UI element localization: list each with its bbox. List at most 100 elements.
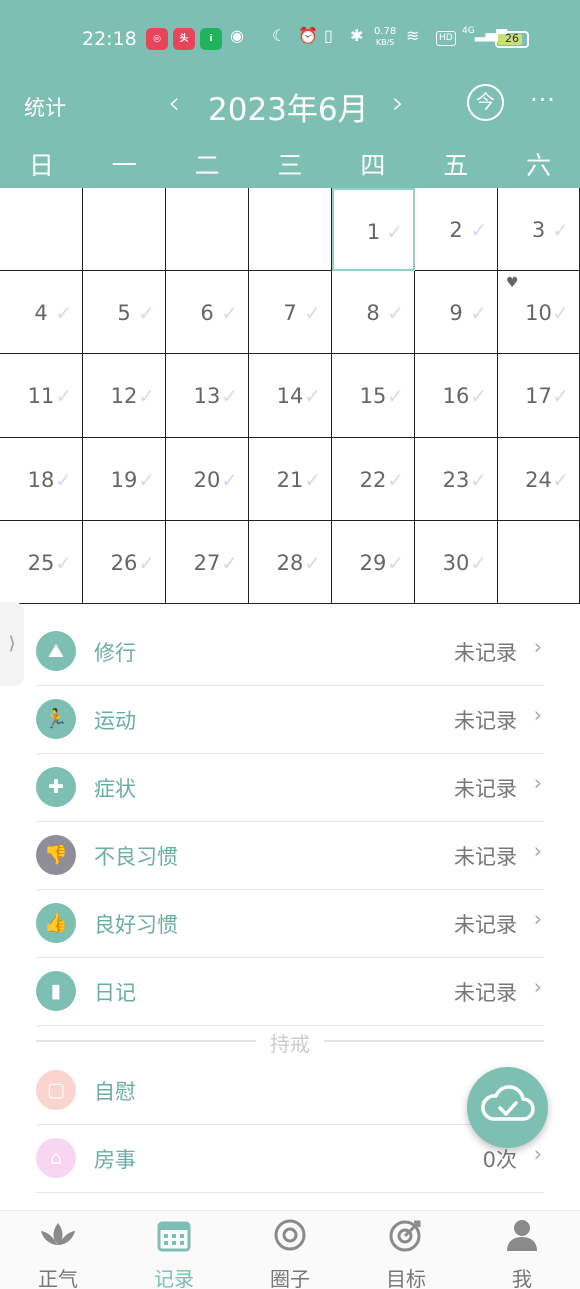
calendar-day-2[interactable]: 2 ✓ (415, 188, 498, 272)
calendar-day-1[interactable]: 1 ✓ (332, 188, 415, 272)
check-icon: ✓ (387, 301, 404, 326)
calendar-day-12[interactable]: 12 ✓ (83, 354, 166, 438)
chevron-right-icon: › (533, 771, 542, 795)
nav-item-4[interactable]: 我 (464, 1211, 580, 1289)
calendar-day-9[interactable]: 9 ✓ (415, 271, 498, 355)
record-row-4[interactable]: 👍 良好习惯 未记录 › (36, 890, 544, 958)
record-row-1[interactable]: 🏃 运动 未记录 › (36, 686, 544, 754)
check-icon: ✓ (221, 550, 238, 575)
nav-label: 记录 (154, 1267, 194, 1289)
check-icon: ✓ (470, 218, 487, 242)
prev-month-button[interactable]: ‹ (168, 86, 180, 121)
nav-item-0[interactable]: 正气 (0, 1211, 116, 1289)
check-icon: ✓ (55, 467, 72, 492)
next-month-button[interactable]: › (392, 86, 404, 121)
check-icon: ✓ (138, 467, 155, 492)
calendar-day-24[interactable]: 24 ✓ (498, 437, 580, 521)
check-icon: ✓ (387, 384, 404, 409)
status-time: 22:18 (82, 28, 137, 50)
calendar-day-16[interactable]: 16 ✓ (415, 354, 498, 438)
side-drawer-handle[interactable]: ⟩ (0, 602, 24, 686)
record-value: 未记录 (454, 641, 517, 665)
alarm-icon: ⏰ (298, 26, 318, 45)
calendar-day-30[interactable]: 30 ✓ (415, 520, 498, 604)
video-notification-icon: i (200, 28, 222, 50)
check-icon: ✓ (470, 301, 487, 326)
weekday-mon: 一 (111, 151, 137, 180)
calendar-day-18[interactable]: 18 ✓ (0, 437, 83, 521)
calendar-empty-cell (83, 188, 166, 272)
check-icon: ✓ (221, 301, 238, 326)
calendar-day-13[interactable]: 13 ✓ (166, 354, 249, 438)
check-icon: ✓ (552, 467, 569, 492)
nav-item-1[interactable]: 记录 (116, 1211, 232, 1289)
record-row-2[interactable]: ✚ 症状 未记录 › (36, 754, 544, 822)
record-row-3[interactable]: 👎 不良习惯 未记录 › (36, 822, 544, 890)
record-label: 良好习惯 (94, 913, 178, 937)
check-icon: ✓ (470, 550, 487, 575)
check-icon: ✓ (386, 220, 403, 244)
nav-item-3[interactable]: 目标 (348, 1211, 464, 1289)
today-button[interactable]: 今 (467, 84, 504, 121)
target-icon (348, 1217, 464, 1253)
check-icon: ✓ (552, 218, 569, 242)
record-value: 未记录 (454, 777, 517, 801)
record-list: ⛰ 修行 未记录 › 🏃 运动 未记录 › ✚ 症状 未记录 › 👎 不良习惯 未记录 › 👍 良好习惯 未记录 › ▮… (36, 618, 544, 1026)
thumbs-down-icon: 👎 (36, 835, 76, 875)
record-row-5[interactable]: ▮ 日记 未记录 › (36, 958, 544, 1026)
calendar-day-3[interactable]: 3 ✓ (498, 188, 580, 272)
house-icon: ⌂ (36, 1138, 76, 1178)
calendar-day-29[interactable]: 29 ✓ (332, 520, 415, 604)
record-row-0[interactable]: ⛰ 修行 未记录 › (36, 618, 544, 686)
weekday-header: 日 一 二 三 四 五 六 (0, 146, 580, 186)
calendar-day-22[interactable]: 22 ✓ (332, 437, 415, 521)
calendar-empty-cell (166, 188, 249, 272)
circle-icon (232, 1217, 348, 1253)
calendar-day-25[interactable]: 25 ✓ (0, 520, 83, 604)
record-label: 症状 (94, 777, 136, 801)
check-icon: ✓ (55, 384, 72, 409)
status-bar: 22:18 ◎ 头 i ◉ ☾ ⏰ ▯ ✱ 0.78 KB/S ≋ HD 4G▂▄… (0, 22, 580, 56)
check-icon: ✓ (552, 301, 569, 326)
vibrate-icon: ▯ (324, 26, 333, 45)
record-value: 未记录 (454, 709, 517, 733)
calendar-day-5[interactable]: 5 ✓ (83, 271, 166, 355)
record-value: 未记录 (454, 845, 517, 869)
record-label: 自慰 (94, 1080, 136, 1104)
calendar-day-7[interactable]: 7 ✓ (249, 271, 332, 355)
broken-heart-icon: ♥ (506, 275, 519, 292)
calendar-day-4[interactable]: 4 ✓ (0, 271, 83, 355)
nav-label: 我 (512, 1267, 532, 1289)
calendar-day-11[interactable]: 11 ✓ (0, 354, 83, 438)
calendar-day-19[interactable]: 19 ✓ (83, 437, 166, 521)
wifi-icon: ≋ (406, 26, 420, 45)
cloud-sync-button[interactable] (467, 1067, 548, 1148)
calendar-day-14[interactable]: 14 ✓ (249, 354, 332, 438)
record-label: 运动 (94, 709, 136, 733)
calendar-day-26[interactable]: 26 ✓ (83, 520, 166, 604)
bluetooth-icon: ✱ (350, 26, 364, 45)
calendar-day-8[interactable]: 8 ✓ (332, 271, 415, 355)
calendar-day-6[interactable]: 6 ✓ (166, 271, 249, 355)
calendar-day-15[interactable]: 15 ✓ (332, 354, 415, 438)
calendar-day-10[interactable]: 10 ✓ ♥ (498, 271, 580, 355)
calendar-day-27[interactable]: 27 ✓ (166, 520, 249, 604)
stats-button[interactable]: 统计 (24, 92, 66, 122)
calendar-empty-cell (0, 188, 83, 272)
weekday-wed: 三 (277, 151, 303, 180)
record-label: 日记 (94, 981, 136, 1005)
nav-label: 正气 (38, 1267, 78, 1289)
calendar-day-20[interactable]: 20 ✓ (166, 437, 249, 521)
check-icon: ✓ (470, 384, 487, 409)
record-value: 未记录 (454, 913, 517, 937)
nav-item-2[interactable]: 圈子 (232, 1211, 348, 1289)
check-icon: ✓ (304, 467, 321, 492)
calendar-day-21[interactable]: 21 ✓ (249, 437, 332, 521)
more-menu-button[interactable]: ··· (530, 86, 556, 114)
month-title[interactable]: 2023年6月 (208, 84, 369, 129)
cloud-check-icon (481, 1085, 535, 1121)
calendar-day-17[interactable]: 17 ✓ (498, 354, 580, 438)
calendar-day-23[interactable]: 23 ✓ (415, 437, 498, 521)
calendar-day-28[interactable]: 28 ✓ (249, 520, 332, 604)
calendar-icon (116, 1217, 232, 1253)
